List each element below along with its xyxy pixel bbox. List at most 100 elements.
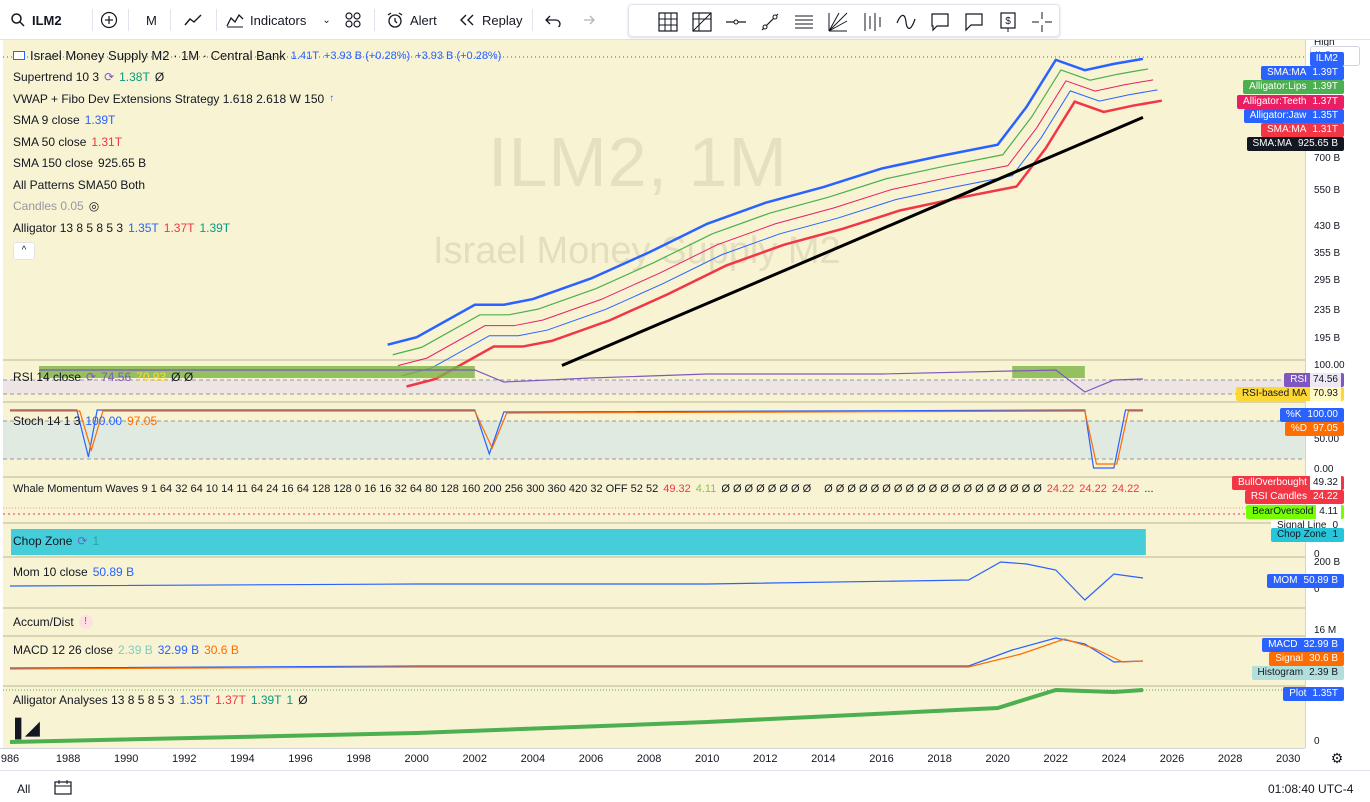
scale-settings-icon[interactable]: ⚙ xyxy=(1328,750,1346,768)
price-tick: 355 B xyxy=(1314,248,1341,259)
bottom-toolbar: All 01:08:40 UTC-4 xyxy=(0,770,1370,802)
indicator-name[interactable]: Supertrend 10 3 xyxy=(13,70,99,84)
chop-value: 1 xyxy=(92,534,100,548)
undo-button[interactable] xyxy=(544,8,562,32)
flag-icon xyxy=(13,51,25,60)
pin-icon[interactable]: ↑ xyxy=(329,93,334,104)
price-tick: 430 B xyxy=(1314,221,1341,232)
allig-v2: 1.37T xyxy=(215,693,246,707)
price-tick: 195 B xyxy=(1314,333,1341,344)
callout-icon[interactable] xyxy=(963,11,985,33)
rewind-icon xyxy=(460,14,474,26)
chart-type-button[interactable] xyxy=(183,8,203,32)
sma-150-line xyxy=(561,116,1144,367)
calendar-icon[interactable] xyxy=(54,779,72,798)
replay-button[interactable]: Replay xyxy=(458,8,522,32)
rsi-name[interactable]: RSI 14 close xyxy=(13,370,81,384)
chop-name[interactable]: Chop Zone xyxy=(13,534,72,548)
symbol-search[interactable]: ILM2 xyxy=(10,8,62,32)
mom-name[interactable]: Mom 10 close xyxy=(13,565,88,579)
chart-canvas xyxy=(3,56,1305,744)
grid-cross-icon[interactable] xyxy=(691,11,713,33)
allig-v1: 1.35T xyxy=(179,693,211,707)
whale-name[interactable]: Whale Momentum Waves 9 1 64 32 64 10 14 … xyxy=(13,483,658,495)
clock[interactable]: 01:08:40 UTC-4 xyxy=(1268,782,1353,796)
time-tick: 2008 xyxy=(636,753,662,765)
gann-fan-icon[interactable] xyxy=(827,11,849,33)
chart-area[interactable]: ILM2, 1M Israel Money Supply M2 Israel M… xyxy=(3,40,1305,748)
whale-v3: Ø Ø Ø Ø Ø Ø Ø Ø xyxy=(721,483,812,495)
time-axis[interactable]: 986 1988 1990 1992 1994 1996 1998 2000 2002 2004 2… xyxy=(0,748,1305,770)
time-tick: 986 xyxy=(0,753,20,765)
currency-button[interactable]: ILS xyxy=(1310,46,1360,66)
long-position-icon[interactable] xyxy=(861,11,883,33)
macd-name[interactable]: MACD 12 26 close xyxy=(13,643,113,657)
price-scale[interactable]: High ILS 700 B 550 B 430 B 355 B 295 B 235 B1… xyxy=(1305,40,1365,748)
time-tick: 2024 xyxy=(1101,753,1127,765)
indicator-name[interactable]: Candles 0.05 xyxy=(13,199,84,213)
indicator-name[interactable]: SMA 150 close xyxy=(13,156,93,170)
interval-button[interactable]: M xyxy=(146,8,157,32)
time-tick: 2026 xyxy=(1159,753,1185,765)
symbol-name: ILM2 xyxy=(32,12,62,28)
price-label-icon[interactable]: $ xyxy=(997,11,1019,33)
mom-value: 50.89 B xyxy=(92,565,135,579)
horizontal-line-icon[interactable] xyxy=(725,11,747,33)
trend-line-icon[interactable] xyxy=(759,11,781,33)
time-tick: 2022 xyxy=(1043,753,1069,765)
time-tick: 2020 xyxy=(985,753,1010,765)
macd-hist-value: 2.39 B xyxy=(118,643,153,657)
crosshair-icon[interactable] xyxy=(1031,11,1053,33)
fib-retracement-icon[interactable] xyxy=(793,11,815,33)
currency-label: ILS xyxy=(1315,50,1332,62)
indicator-name[interactable]: SMA 50 close xyxy=(13,135,86,149)
stoch-tick-50: 50.00 xyxy=(1314,434,1340,445)
rsi-value: 74.56 xyxy=(101,370,132,384)
allig-v3: 1.39T xyxy=(250,693,282,707)
templates-button[interactable] xyxy=(344,8,362,32)
add-circle-icon xyxy=(100,11,118,29)
range-all-button[interactable]: All xyxy=(17,782,30,796)
alert-button[interactable]: Alert xyxy=(386,8,437,32)
time-tick: 2028 xyxy=(1217,753,1243,765)
refresh-icon: ⟳ xyxy=(86,370,97,384)
indicator-name[interactable]: SMA 9 close xyxy=(13,113,80,127)
svg-text:$: $ xyxy=(1005,16,1011,27)
brush-icon[interactable] xyxy=(895,11,917,33)
ilm2-price-line xyxy=(387,57,1144,346)
eye-hidden-icon[interactable]: ◎ xyxy=(89,199,99,213)
whale-v7: 24.22 xyxy=(1111,483,1140,495)
indicator-name[interactable]: Alligator 13 8 5 8 5 3 xyxy=(13,221,123,235)
tradingview-logo[interactable]: ▌◢ xyxy=(15,718,40,739)
time-tick: 2010 xyxy=(694,753,720,765)
grid-icon[interactable] xyxy=(657,11,679,33)
alarm-clock-icon xyxy=(387,12,403,28)
main-title-row: Israel Money Supply M2 · 1M · Central Ba… xyxy=(13,48,501,63)
indicator-name[interactable]: All Patterns SMA50 Both xyxy=(13,178,145,192)
macd-value: 32.99 B xyxy=(157,643,200,657)
compare-button[interactable] xyxy=(100,8,118,32)
indicator-legend: Supertrend 10 3 ⟳ 1.38T Ø xyxy=(13,70,164,84)
mom-legend: Mom 10 close 50.89 B xyxy=(13,565,134,579)
indicator-name[interactable]: VWAP + Fibo Dev Extensions Strategy 1.61… xyxy=(13,92,324,106)
allig-v4: 1 xyxy=(286,693,294,707)
redo-button[interactable] xyxy=(578,8,596,32)
line-chart-icon xyxy=(184,14,202,26)
alligator-jaw-line xyxy=(402,89,1158,377)
accum-name[interactable]: Accum/Dist xyxy=(13,615,74,629)
chevron-down-icon: ⌄ xyxy=(322,14,331,26)
indicators-label: Indicators xyxy=(250,12,307,28)
whale-legend: Whale Momentum Waves 9 1 64 32 64 10 14 … xyxy=(13,483,1154,495)
time-tick: 2016 xyxy=(869,753,894,765)
whale-v4: Ø Ø Ø Ø Ø Ø Ø Ø Ø Ø Ø Ø Ø Ø Ø Ø Ø Ø Ø xyxy=(824,483,1042,495)
comment-icon[interactable] xyxy=(929,11,951,33)
warning-icon[interactable]: ! xyxy=(78,615,93,629)
price-tick: 550 B xyxy=(1314,185,1341,196)
collapse-legend-button[interactable]: ^ xyxy=(13,242,35,260)
main-title[interactable]: Israel Money Supply M2 · 1M · Central Ba… xyxy=(30,48,286,63)
stoch-name[interactable]: Stoch 14 1 3 xyxy=(13,414,80,428)
indicator-value: 1.37T xyxy=(163,220,195,235)
alligator-analyses-name[interactable]: Alligator Analyses 13 8 5 8 5 3 xyxy=(13,693,174,707)
indicators-button[interactable]: Indicators ⌄ xyxy=(226,8,331,32)
alligator-analyses-legend: Alligator Analyses 13 8 5 8 5 3 1.35T 1.… xyxy=(13,693,308,707)
